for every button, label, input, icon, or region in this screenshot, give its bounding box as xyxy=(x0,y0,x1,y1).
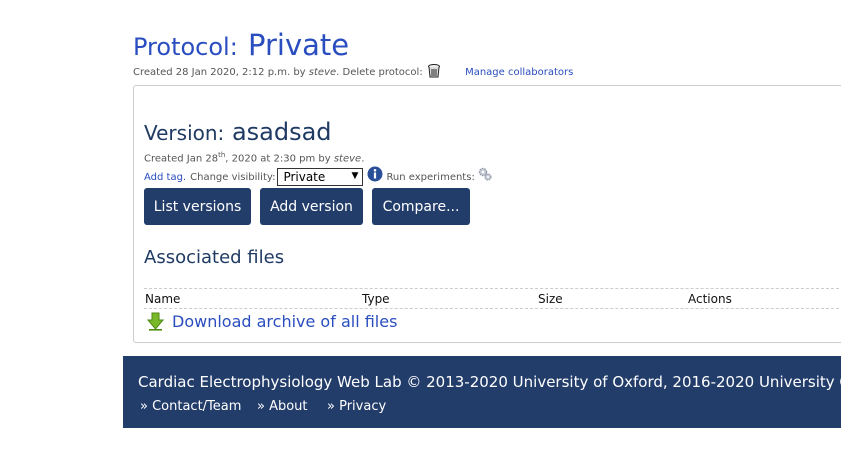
run-experiments-label: Run experiments: xyxy=(386,171,475,183)
info-icon[interactable] xyxy=(367,166,383,182)
files-table-header: Name Type Size Actions xyxy=(144,288,841,309)
version-author: steve xyxy=(333,153,362,165)
page-title-value: Private xyxy=(247,28,350,62)
download-archive-row: Download archive of all files xyxy=(146,312,397,331)
column-header-name: Name xyxy=(145,292,181,306)
version-controls: Add tag. Change visibility: Private ▼ Ru… xyxy=(144,166,493,187)
footer-link-about[interactable]: » About xyxy=(257,399,308,414)
list-versions-button[interactable]: List versions xyxy=(144,188,251,225)
down-arrow-icon[interactable] xyxy=(146,312,165,331)
change-visibility-label: Change visibility: xyxy=(190,171,276,183)
footer-copyright: Cardiac Electrophysiology Web Lab © 2013… xyxy=(138,373,841,391)
chevron-down-icon: ▼ xyxy=(351,171,359,181)
delete-protocol-label: . Delete protocol: xyxy=(336,67,423,78)
visibility-selected-value: Private xyxy=(283,170,326,184)
trash-icon[interactable] xyxy=(427,64,440,78)
add-tag-link[interactable]: Add tag. xyxy=(144,172,186,183)
protocol-meta: Created 28 Jan 2020, 2:12 p.m. by steve.… xyxy=(133,64,573,78)
footer-link-contact[interactable]: » Contact/Team xyxy=(140,399,241,414)
version-title-label: Version: xyxy=(144,121,225,145)
version-created-suffix: , 2020 at 2:30 pm by xyxy=(225,153,331,165)
column-header-actions: Actions xyxy=(688,292,732,306)
page-title: Protocol: Private xyxy=(133,28,349,60)
gears-icon[interactable] xyxy=(477,166,493,182)
footer: Cardiac Electrophysiology Web Lab © 2013… xyxy=(123,356,841,428)
manage-collaborators-link[interactable]: Manage collaborators xyxy=(465,67,573,78)
associated-files-heading: Associated files xyxy=(144,247,285,268)
version-meta-end: . xyxy=(361,153,365,165)
compare-button[interactable]: Compare... xyxy=(372,188,470,225)
add-version-button[interactable]: Add version xyxy=(260,188,363,225)
version-meta: Created Jan 28th, 2020 at 2:30 pm by ste… xyxy=(144,151,364,164)
version-title-value: asadsad xyxy=(231,118,332,146)
protocol-author: steve xyxy=(308,67,337,78)
column-header-type: Type xyxy=(362,292,390,306)
visibility-select[interactable]: Private ▼ xyxy=(277,168,364,186)
footer-link-privacy[interactable]: » Privacy xyxy=(327,399,386,414)
version-created-prefix: Created Jan 28 xyxy=(144,153,219,165)
version-title: Version: asadsad xyxy=(144,120,332,144)
page-title-label: Protocol: xyxy=(133,33,238,61)
download-archive-link[interactable]: Download archive of all files xyxy=(172,312,397,331)
column-header-size: Size xyxy=(538,292,563,306)
protocol-created-text: Created 28 Jan 2020, 2:12 p.m. by xyxy=(133,67,306,78)
